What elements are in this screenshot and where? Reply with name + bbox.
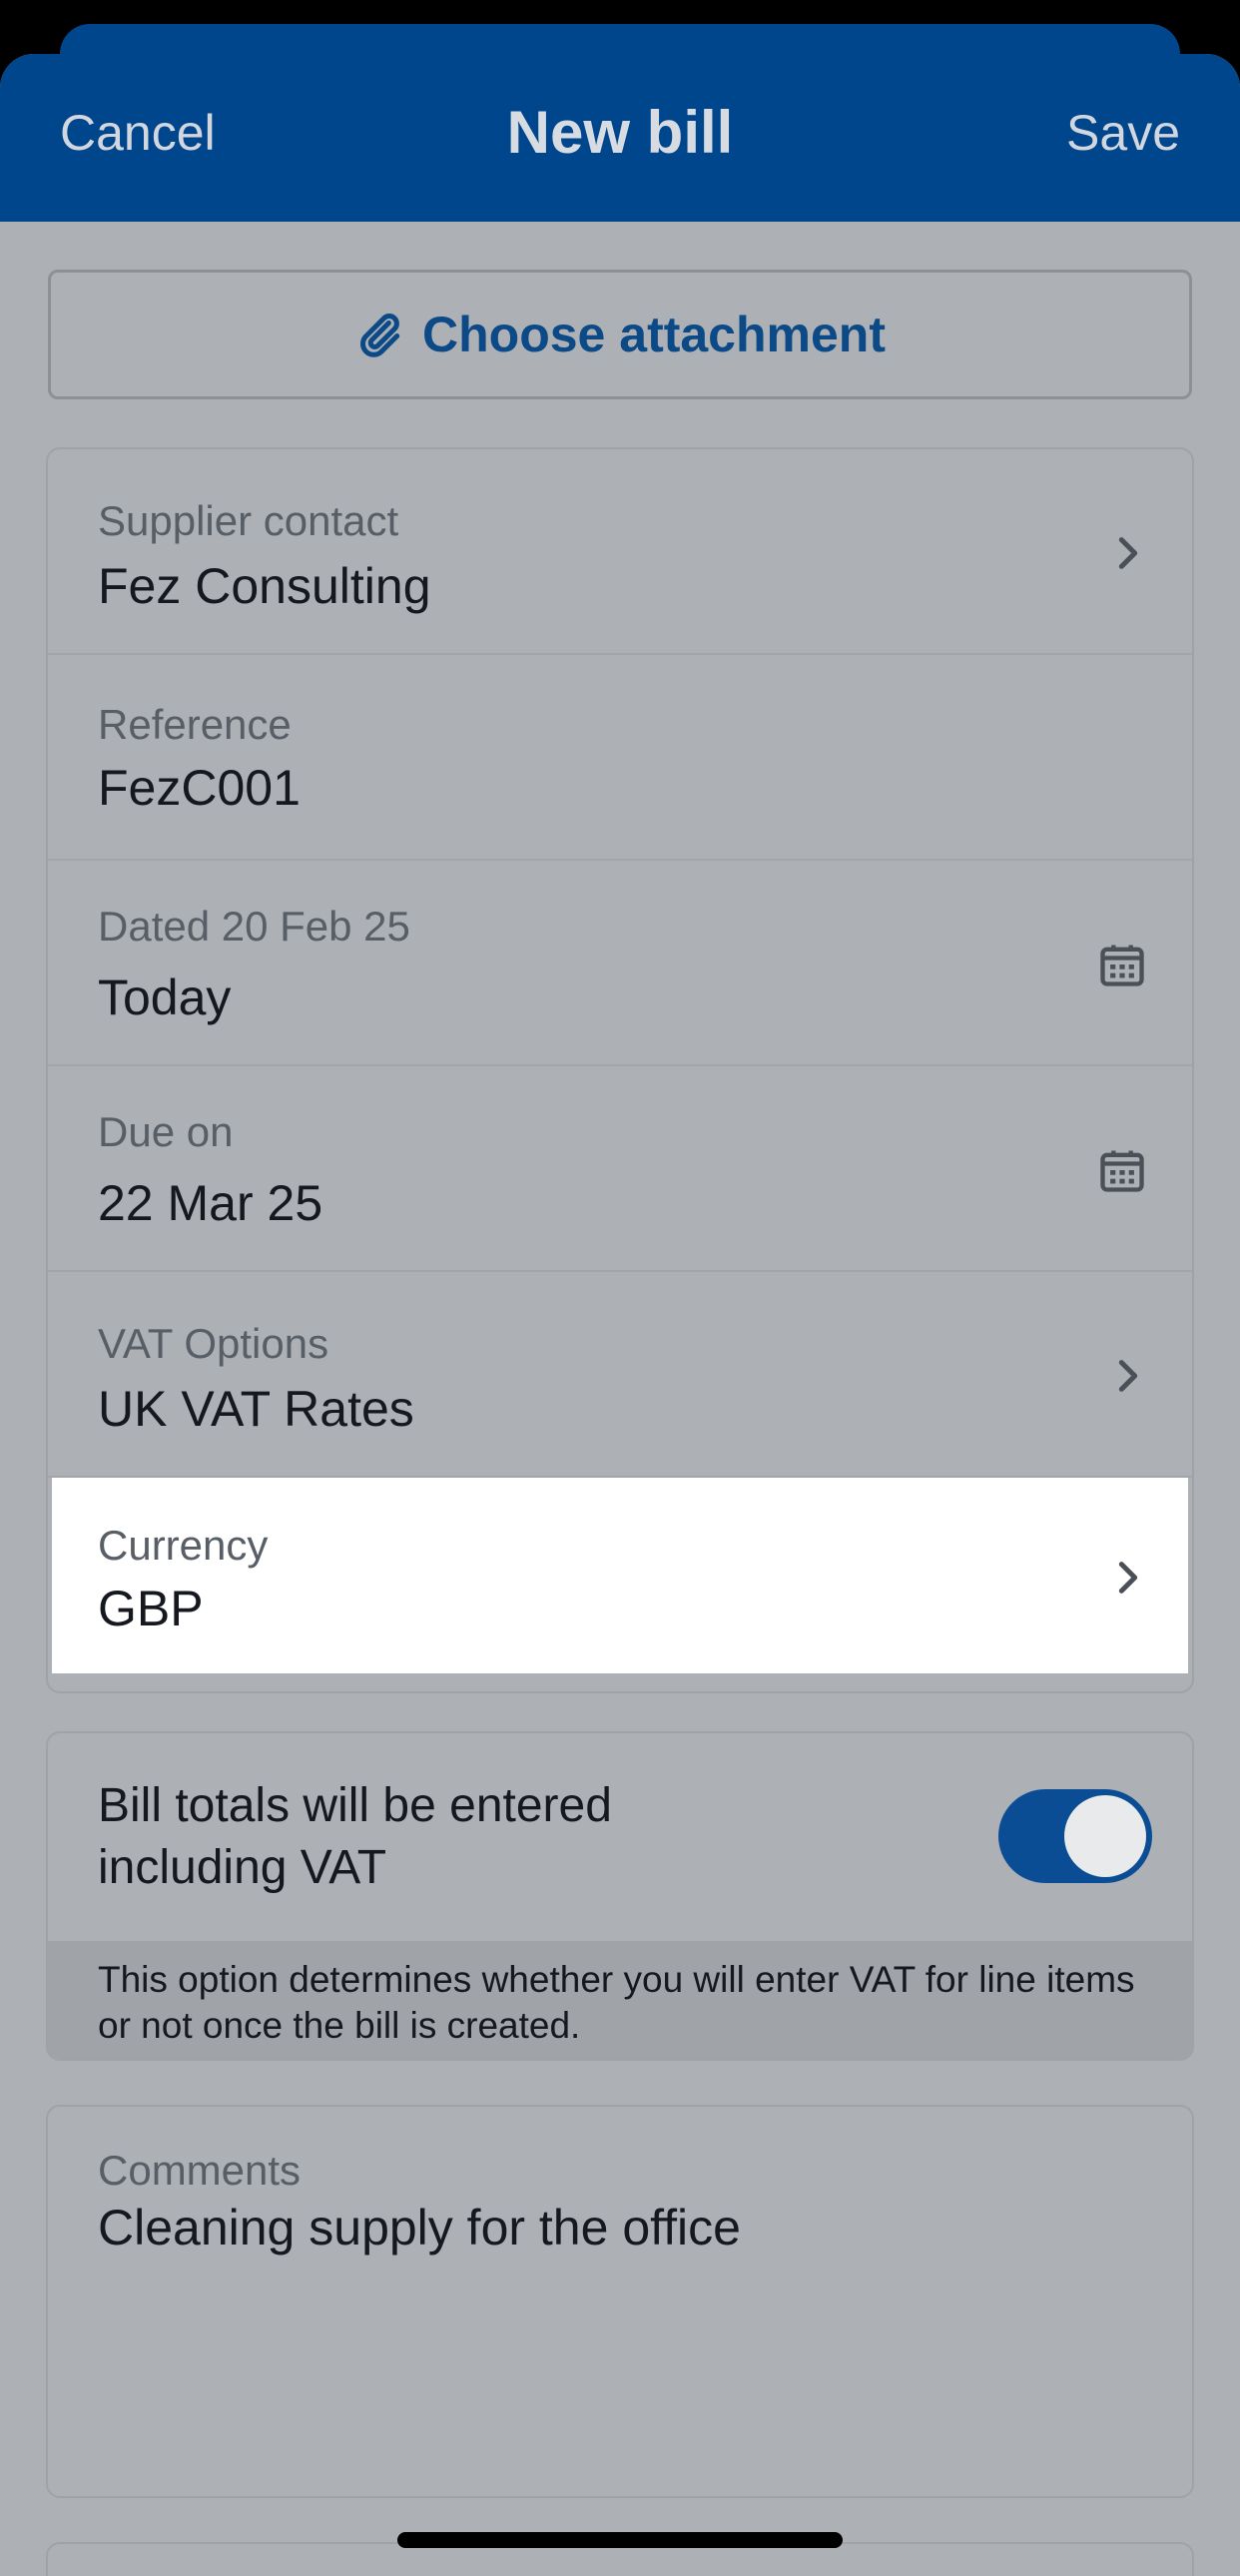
vat-inclusive-toggle[interactable] (998, 1789, 1152, 1883)
supplier-contact-row[interactable]: Supplier contact Fez Consulting (48, 449, 1192, 655)
dated-label: Dated 20 Feb 25 (98, 903, 410, 950)
supplier-contact-value: Fez Consulting (98, 558, 431, 614)
vat-inclusive-label: Bill totals will be entered including VA… (98, 1779, 612, 1894)
reference-row[interactable]: Reference FezC001 (48, 655, 1192, 861)
dated-value: Today (98, 969, 232, 1025)
vat-inclusive-card: Bill totals will be entered including VA… (46, 1731, 1194, 2061)
vat-options-value: UK VAT Rates (98, 1381, 414, 1437)
due-on-value: 22 Mar 25 (98, 1175, 323, 1231)
toggle-knob (1064, 1795, 1146, 1877)
home-indicator[interactable] (397, 2532, 843, 2548)
currency-label: Currency (98, 1522, 269, 1569)
supplier-contact-label: Supplier contact (98, 497, 399, 544)
due-on-row[interactable]: Due on 22 Mar 25 (48, 1066, 1192, 1272)
reference-field[interactable]: FezC001 (98, 759, 301, 817)
screen: Cancel New bill Save Choose attachment S… (0, 0, 1240, 2576)
vat-options-label: VAT Options (98, 1320, 329, 1367)
chevron-right-icon (1118, 537, 1138, 569)
currency-row[interactable]: Currency GBP (52, 1478, 1188, 1673)
paperclip-icon (360, 314, 400, 357)
choose-attachment-button[interactable]: Choose attachment (48, 270, 1192, 399)
vat-options-row[interactable]: VAT Options UK VAT Rates (48, 1272, 1192, 1478)
vat-inclusive-note: This option determines whether you will … (48, 1941, 1192, 2059)
chevron-right-icon (1118, 1360, 1138, 1392)
due-on-label: Due on (98, 1108, 234, 1155)
comments-card[interactable]: Comments Cleaning supply for the office (46, 2105, 1194, 2498)
bill-details-card: Supplier contact Fez Consulting Referenc… (46, 447, 1194, 1693)
chevron-right-icon (1118, 1562, 1138, 1594)
calendar-icon (1100, 945, 1144, 986)
navigation-bar: Cancel New bill Save (0, 54, 1240, 222)
comments-field[interactable]: Cleaning supply for the office (98, 2199, 741, 2256)
choose-attachment-label: Choose attachment (422, 307, 886, 362)
comments-label: Comments (98, 2147, 302, 2194)
page-title: New bill (506, 99, 734, 166)
reference-label: Reference (98, 701, 292, 748)
dated-row[interactable]: Dated 20 Feb 25 Today (48, 861, 1192, 1066)
new-bill-sheet: Cancel New bill Save Choose attachment S… (0, 54, 1240, 2576)
calendar-icon (1100, 1150, 1144, 1192)
save-button[interactable]: Save (1066, 104, 1180, 162)
currency-value: GBP (98, 1581, 204, 1636)
